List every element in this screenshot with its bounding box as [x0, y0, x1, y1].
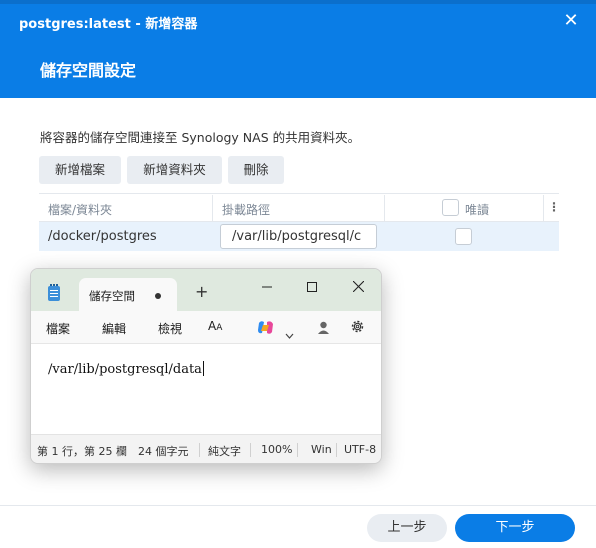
wizard-title: postgres:latest - 新增容器	[19, 17, 198, 32]
add-folder-button[interactable]: 新增資料夾	[127, 156, 222, 184]
screen: postgres:latest - 新增容器 ✕ 儲存空間設定 將容器的儲存空間…	[0, 0, 596, 548]
delete-button[interactable]: 刪除	[228, 156, 284, 184]
column-divider	[384, 195, 385, 222]
description: 將容器的儲存空間連接至 Synology NAS 的共用資料夾。	[40, 130, 361, 145]
notepad-editor[interactable]: /var/lib/postgresql/data	[31, 344, 381, 434]
status-divider	[250, 443, 251, 457]
column-read-only[interactable]: 唯讀	[465, 201, 489, 218]
text-size-icon[interactable]: AA	[208, 319, 222, 333]
tab-modified-dot-icon[interactable]	[155, 293, 161, 299]
notepad-statusbar: 第 1 行，第 25 欄 24 個字元 純文字 100% Win UTF-8	[31, 434, 381, 463]
chevron-down-icon[interactable]	[285, 324, 294, 343]
tab-document[interactable]: 儲存空間	[79, 278, 177, 311]
status-position: 第 1 行，第 25 欄	[37, 445, 127, 458]
mount-path-input[interactable]: /var/lib/postgresql/c	[220, 224, 377, 249]
column-mount-path[interactable]: 掛載路徑	[222, 201, 270, 218]
editor-content: /var/lib/postgresql/data	[48, 362, 202, 377]
notepad-titlebar: 儲存空間 +	[31, 269, 381, 311]
status-divider	[297, 443, 298, 457]
grid-header: 檔案/資料夾 掛載路徑 唯讀 ⋮	[39, 193, 560, 222]
header-strip	[0, 0, 596, 4]
read-only-checkbox[interactable]	[455, 228, 472, 245]
copilot-icon[interactable]	[257, 320, 274, 339]
status-chars: 24 個字元	[138, 445, 189, 458]
status-divider	[199, 443, 200, 457]
prev-button[interactable]: 上一步	[367, 514, 447, 542]
close-icon[interactable]	[344, 275, 372, 299]
status-zoom[interactable]: 100%	[261, 443, 292, 456]
next-button[interactable]: 下一步	[455, 514, 575, 542]
add-file-button[interactable]: 新增檔案	[39, 156, 121, 184]
status-encoding: UTF-8	[344, 443, 377, 456]
editor-text[interactable]: /var/lib/postgresql/data	[48, 361, 204, 377]
wizard-header: postgres:latest - 新增容器 ✕ 儲存空間設定	[0, 0, 596, 98]
new-tab-plus-icon[interactable]: +	[195, 283, 208, 301]
status-line-ending: Win	[311, 443, 332, 456]
minimize-icon[interactable]	[253, 275, 281, 299]
column-divider	[543, 195, 544, 222]
notepad-menubar: 檔案 編輯 檢視 AA	[31, 311, 381, 344]
text-caret	[202, 361, 204, 376]
menu-view[interactable]: 檢視	[158, 320, 182, 337]
status-format: 純文字	[208, 445, 241, 458]
footer-divider	[0, 505, 596, 506]
tab-label: 儲存空間	[89, 289, 135, 303]
cell-file-folder: /docker/postgres	[48, 229, 157, 244]
notepad-app-icon	[48, 284, 60, 301]
close-icon[interactable]: ✕	[562, 12, 580, 30]
menu-file[interactable]: 檔案	[46, 320, 70, 337]
status-divider	[336, 443, 337, 457]
step-title: 儲存空間設定	[40, 61, 137, 80]
menu-edit[interactable]: 編輯	[102, 320, 126, 337]
table-row[interactable]: /docker/postgres /var/lib/postgresql/c	[39, 222, 559, 251]
column-divider	[212, 195, 213, 222]
maximize-icon[interactable]	[298, 275, 326, 299]
column-file-folder[interactable]: 檔案/資料夾	[48, 201, 112, 218]
read-only-all-checkbox[interactable]	[442, 199, 459, 216]
settings-gear-icon[interactable]	[350, 319, 365, 338]
notepad-window: 儲存空間 + 檔案 編輯 檢視 AA /var/lib/postgresql/d…	[30, 268, 382, 464]
profile-icon[interactable]	[317, 320, 330, 339]
column-menu-icon[interactable]: ⋮	[548, 200, 560, 214]
